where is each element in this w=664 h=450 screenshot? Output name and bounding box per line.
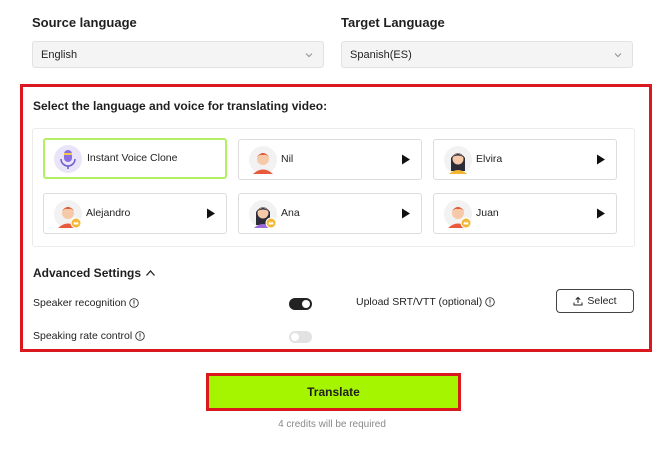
voice-clone-icon bbox=[54, 145, 82, 173]
toggle-knob bbox=[302, 300, 310, 308]
upload-select-label: Select bbox=[587, 295, 617, 307]
voice-card-nil[interactable]: Nil bbox=[238, 139, 422, 180]
source-language-select[interactable]: English bbox=[32, 41, 324, 68]
voice-card-instant-voice-clone[interactable]: Instant Voice Clone bbox=[43, 138, 227, 179]
info-icon[interactable] bbox=[129, 298, 140, 308]
voice-card-elvira[interactable]: Elvira bbox=[433, 139, 617, 180]
play-icon[interactable] bbox=[401, 208, 411, 219]
target-language-value: Spanish(ES) bbox=[350, 48, 412, 61]
voice-name: Elvira bbox=[476, 153, 503, 165]
source-language-value: English bbox=[41, 48, 78, 61]
voice-card-juan[interactable]: Juan bbox=[433, 193, 617, 234]
credits-note: 4 credits will be required bbox=[278, 419, 386, 430]
voice-name: Ana bbox=[281, 207, 300, 219]
play-icon[interactable] bbox=[596, 154, 606, 165]
info-icon[interactable] bbox=[135, 331, 145, 341]
upload-srt-text: Upload SRT/VTT (optional) bbox=[356, 296, 483, 308]
translate-button[interactable]: Translate bbox=[209, 376, 458, 408]
play-icon[interactable] bbox=[596, 208, 606, 219]
info-icon[interactable] bbox=[485, 297, 496, 307]
translate-button-highlight: Translate bbox=[206, 373, 461, 411]
voice-panel-title: Select the language and voice for transl… bbox=[33, 99, 328, 113]
speaker-recognition-label: Speaker recognition bbox=[33, 297, 140, 309]
voice-card-alejandro[interactable]: Alejandro bbox=[43, 193, 227, 234]
voice-name: Juan bbox=[476, 207, 499, 219]
female-avatar-icon bbox=[249, 200, 277, 229]
upload-srt-label: Upload SRT/VTT (optional) bbox=[356, 296, 496, 308]
advanced-settings-title: Advanced Settings bbox=[33, 266, 142, 280]
male-avatar-icon bbox=[54, 200, 82, 229]
speaking-rate-toggle[interactable] bbox=[289, 331, 312, 343]
play-icon[interactable] bbox=[206, 208, 216, 219]
voice-name: Instant Voice Clone bbox=[87, 152, 178, 164]
advanced-settings-toggle[interactable]: Advanced Settings bbox=[33, 266, 156, 280]
chevron-down-icon bbox=[305, 53, 313, 58]
target-language-label: Target Language bbox=[341, 15, 445, 30]
speaker-recognition-text: Speaker recognition bbox=[33, 297, 127, 309]
female-avatar-icon bbox=[444, 146, 472, 174]
speaker-recognition-toggle[interactable] bbox=[289, 298, 312, 310]
upload-select-button[interactable]: Select bbox=[556, 289, 634, 313]
toggle-knob bbox=[291, 333, 299, 341]
voice-name: Alejandro bbox=[86, 207, 131, 219]
chevron-up-icon bbox=[146, 270, 156, 276]
speaking-rate-label: Speaking rate control bbox=[33, 330, 145, 342]
chevron-down-icon bbox=[614, 53, 622, 58]
translate-label: Translate bbox=[307, 385, 360, 399]
voice-grid: Instant Voice Clone Nil Elvira Alejandro… bbox=[32, 128, 635, 247]
speaking-rate-text: Speaking rate control bbox=[33, 330, 133, 342]
voice-settings-panel: Select the language and voice for transl… bbox=[20, 84, 652, 352]
source-language-label: Source language bbox=[32, 15, 137, 30]
voice-card-ana[interactable]: Ana bbox=[238, 193, 422, 234]
upload-icon bbox=[573, 296, 583, 306]
target-language-select[interactable]: Spanish(ES) bbox=[341, 41, 633, 68]
play-icon[interactable] bbox=[401, 154, 411, 165]
voice-name: Nil bbox=[281, 153, 294, 165]
male-avatar-icon bbox=[444, 200, 472, 229]
male-avatar-icon bbox=[249, 146, 277, 174]
